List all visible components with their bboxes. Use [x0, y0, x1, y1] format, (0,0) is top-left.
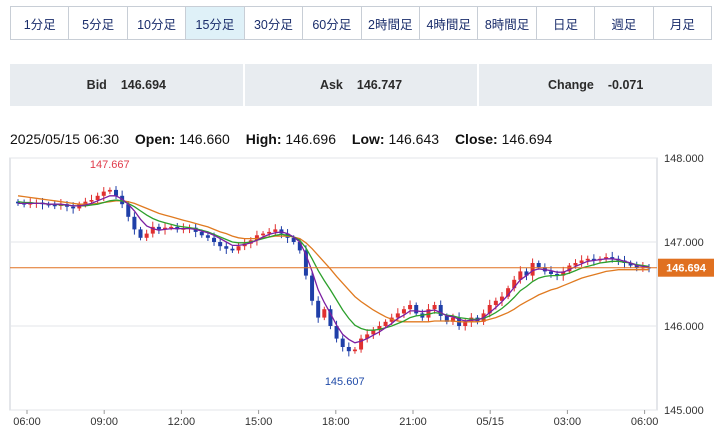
tab-timeframe[interactable]: 4時間足 [419, 7, 479, 39]
candle-body [212, 237, 217, 242]
candle-body [530, 263, 535, 276]
ask-box: Ask 146.747 [244, 64, 478, 106]
ohlc-readout: 2025/05/15 06:30 Open: 146.660 High: 146… [10, 131, 552, 147]
low-value: 146.643 [388, 131, 440, 147]
x-tick-label: 09:00 [90, 416, 118, 428]
bid-box: Bid 146.694 [10, 64, 243, 106]
candle-body [408, 305, 413, 310]
x-tick-label: 21:00 [399, 416, 427, 428]
high-marker-label: 147.667 [90, 159, 130, 171]
y-tick-label: 146.000 [664, 321, 704, 333]
x-tick-label: 15:00 [245, 416, 273, 428]
tab-timeframe[interactable]: 月足 [653, 7, 712, 39]
low-label: Low: [351, 131, 385, 147]
x-tick-label: 03:00 [554, 416, 582, 428]
current-price-label: 146.694 [666, 263, 707, 275]
y-tick-label: 148.000 [664, 153, 704, 165]
tab-timeframe[interactable]: 30分足 [244, 7, 304, 39]
candle-body [432, 305, 437, 310]
ohlc-datetime: 2025/05/15 06:30 [10, 131, 119, 147]
timeframe-tabs: 1分足 5分足 10分足 15分足 30分足 60分足 2時間足 4時間足 8時間足 日足 週足 月足 [10, 6, 712, 40]
x-tick-label: 06:00 [631, 416, 659, 428]
tab-timeframe[interactable]: 10分足 [127, 7, 187, 39]
tab-timeframe[interactable]: 週足 [595, 7, 654, 39]
candle-body [414, 305, 419, 314]
candle-body [144, 233, 149, 238]
low-marker-label: 145.607 [325, 376, 365, 388]
candle-body [322, 309, 327, 318]
ask-value: 146.747 [356, 78, 403, 92]
candle-body [585, 258, 590, 261]
candle-body [401, 309, 406, 314]
high-value: 146.696 [285, 131, 336, 147]
candle-body [218, 242, 223, 247]
candle-body [138, 229, 143, 238]
candle-body [205, 235, 210, 238]
bid-label: Bid [86, 78, 107, 92]
candle-body [261, 233, 266, 236]
high-label: High: [245, 131, 282, 147]
open-value: 146.660 [179, 131, 230, 147]
tab-timeframe[interactable]: 60分足 [303, 7, 362, 39]
y-tick-label: 147.000 [664, 237, 704, 249]
candle-body [71, 206, 76, 209]
x-tick-label: 12:00 [168, 416, 196, 428]
candle-body [273, 229, 278, 232]
ask-label: Ask [319, 78, 343, 92]
close-value: 146.694 [501, 131, 553, 147]
candle-body [230, 248, 235, 251]
price-chart[interactable]: 148.000 147.000 146.000 145.000 06:00 09:00 12… [0, 148, 720, 432]
close-label: Close: [454, 131, 498, 147]
tab-timeframe[interactable]: 8時間足 [478, 7, 537, 39]
candle-body [536, 263, 541, 268]
candle-body [352, 349, 357, 352]
candle-body [169, 226, 174, 229]
candle-body [236, 246, 241, 251]
candle-body [89, 200, 94, 202]
candle-body [383, 321, 388, 326]
candle-body [310, 275, 315, 301]
change-box: Change -0.071 [479, 64, 713, 106]
candle-body [340, 338, 345, 347]
bid-value: 146.694 [120, 78, 166, 92]
x-tick-label: 06:00 [13, 416, 41, 428]
candle-body [224, 246, 229, 249]
candle-body [114, 189, 119, 196]
x-tick-label: 18:00 [322, 416, 350, 428]
tab-timeframe[interactable]: 15分足 [186, 7, 245, 39]
candle-body [95, 195, 100, 200]
candle-body [107, 189, 112, 192]
candle-body [346, 347, 351, 352]
candle-body [316, 300, 321, 318]
quote-bar: Bid 146.694 Ask 146.747 Change -0.071 [10, 64, 713, 106]
tab-timeframe[interactable]: 1分足 [11, 7, 70, 39]
candle-body [199, 231, 204, 236]
change-label: Change [548, 78, 594, 92]
candle-body [548, 271, 553, 274]
open-label: Open: [134, 131, 176, 147]
tab-timeframe[interactable]: 5分足 [69, 7, 128, 39]
plot-area [9, 157, 658, 411]
candle-body [267, 231, 272, 234]
change-value: -0.071 [607, 78, 644, 92]
tab-timeframe[interactable]: 日足 [536, 7, 596, 39]
candle-body [493, 300, 498, 305]
y-tick-label: 145.000 [664, 405, 704, 417]
tab-timeframe[interactable]: 2時間足 [361, 7, 420, 39]
candle-body [52, 205, 57, 207]
x-tick-label: 05/15 [476, 416, 504, 428]
candle-body [132, 216, 137, 230]
candle-body [101, 191, 106, 196]
candle-body [156, 226, 161, 230]
